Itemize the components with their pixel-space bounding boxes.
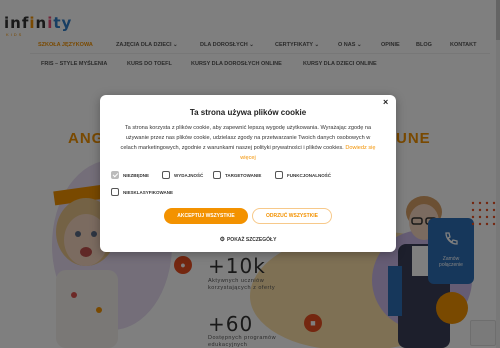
cookie-category-niezbedne[interactable]: NIEZBĘDNE xyxy=(111,171,149,179)
checkbox[interactable] xyxy=(213,171,221,179)
show-details-button[interactable]: ⚙ POKAŻ SZCZEGÓŁY xyxy=(100,236,396,243)
cookie-category-funkcjonalnosc[interactable]: FUNKCJONALNOŚĆ xyxy=(275,171,331,179)
cookie-category-targetowanie[interactable]: TARGETOWANIE xyxy=(213,171,261,179)
cookie-category-wydajnosc[interactable]: WYDAJNOŚĆ xyxy=(162,171,203,179)
accept-all-button[interactable]: AKCEPTUJ WSZYSTKIE xyxy=(164,208,248,224)
reject-all-button[interactable]: ODRZUĆ WSZYSTKIE xyxy=(252,208,332,224)
cookie-modal-description: Ta strona korzysta z plików cookie, aby … xyxy=(120,125,376,161)
close-icon[interactable]: × xyxy=(383,97,388,107)
cookie-consent-modal: Ta strona używa plików cookie × Ta stron… xyxy=(100,95,396,252)
cookie-category-niesklasyfikowane[interactable]: NIESKLASYFIKOWANE xyxy=(111,188,173,196)
checkbox[interactable] xyxy=(111,171,119,179)
cookie-modal-title: Ta strona używa plików cookie xyxy=(189,108,307,117)
checkbox[interactable] xyxy=(111,188,119,196)
checkbox[interactable] xyxy=(275,171,283,179)
gear-icon: ⚙ xyxy=(219,237,225,243)
checkbox[interactable] xyxy=(162,171,170,179)
